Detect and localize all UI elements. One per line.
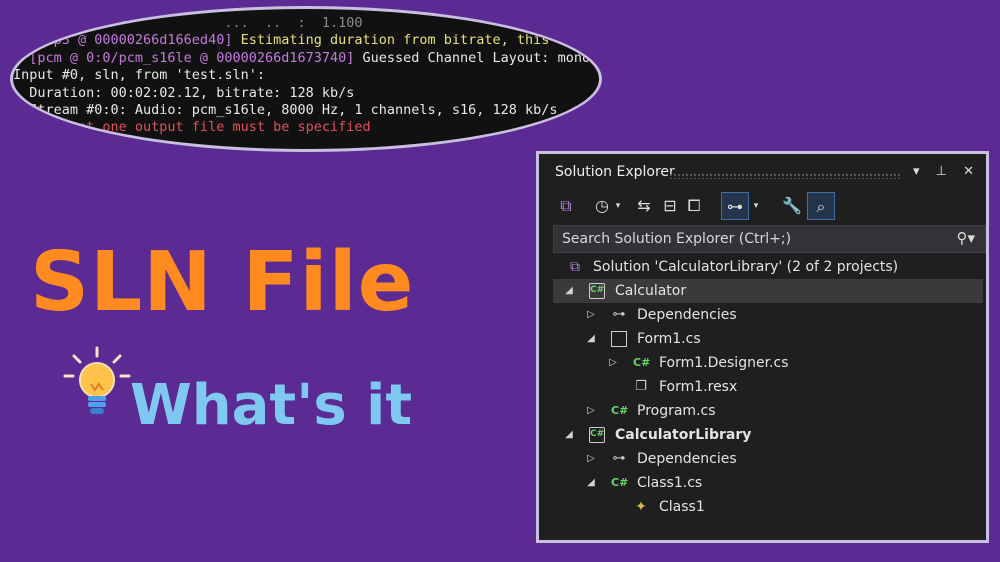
panel-title: Solution Explorer: [555, 164, 675, 180]
tree-item[interactable]: ❐ Form1.resx: [553, 375, 983, 399]
tree-item-label: Form1.Designer.cs: [659, 355, 789, 371]
view-icon[interactable]: ⊶: [721, 192, 749, 220]
collapse-icon[interactable]: ◢: [585, 327, 597, 351]
csharp-file-icon: C#: [633, 356, 651, 369]
class-icon: ✦: [635, 499, 647, 515]
preview-selected-icon[interactable]: ⌕: [807, 192, 835, 220]
terminal-line: Stream #0:0: Audio: pcm_s16le, 8000 Hz, …: [13, 102, 599, 119]
sync-icon[interactable]: ⇆: [633, 192, 655, 220]
terminal-text: Input #0, sln, from 'test.sln':: [13, 67, 265, 84]
terminal-line: Input #0, sln, from 'test.sln':: [13, 67, 599, 84]
terminal-text: [mp3 @ 00000266d166ed40]: [13, 32, 241, 49]
terminal-line: At least one output file must be specifi…: [13, 119, 599, 136]
terminal-line: ... .. : 1.100: [13, 15, 599, 32]
properties-wrench-icon[interactable]: 🔧: [781, 192, 803, 220]
page-title: SLN File: [30, 235, 415, 330]
header-grip: [669, 173, 901, 179]
solution-explorer-panel: Solution Explorer ▾ ⊥ ✕ ⧉ ◷ ▾ ⇆ ⊟ ⧠ ⊶ ▾ …: [536, 151, 989, 543]
expand-icon[interactable]: ▷: [585, 399, 597, 423]
terminal-text: Duration: 00:02:02.12, bitrate: 128 kb/s: [13, 84, 355, 101]
terminal-line: [mp3 @ 00000266d166ed40] Estimating dura…: [13, 32, 599, 49]
tree-item-label: Dependencies: [637, 451, 737, 467]
tree-item-label: Form1.cs: [637, 331, 701, 347]
search-icon[interactable]: ⚲▾: [956, 229, 975, 247]
terminal-line: [pcm @ 0:0/pcm_s16le @ 00000266d1673740]…: [13, 49, 599, 67]
expand-icon[interactable]: ▷: [585, 303, 597, 327]
search-input[interactable]: Search Solution Explorer (Ctrl+;) ⚲▾: [553, 225, 986, 253]
terminal-text: ... .. : 1.100: [13, 15, 363, 31]
csharp-file-icon: C#: [611, 404, 629, 417]
tree-item[interactable]: ◢ C# Calculator: [553, 279, 983, 303]
tree-item[interactable]: ◢ C# Class1.cs: [553, 471, 983, 495]
panel-toolbar: ⧉ ◷ ▾ ⇆ ⊟ ⧠ ⊶ ▾ 🔧 ⌕: [553, 192, 973, 220]
resx-file-icon: ❐: [635, 379, 647, 394]
form-icon: [611, 331, 627, 347]
history-dropdown-icon[interactable]: ▾: [613, 192, 623, 220]
history-icon[interactable]: ◷: [591, 192, 613, 220]
collapse-icon[interactable]: ◢: [563, 279, 575, 303]
terminal-text: Stream #0:0: Audio: pcm_s16le, 8000 Hz, …: [13, 102, 558, 119]
tree-item[interactable]: ◢ Form1.cs: [553, 327, 983, 351]
lightbulb-icon: [63, 346, 131, 414]
terminal-text: At least one output file must be specifi…: [13, 119, 371, 136]
switch-views-icon[interactable]: ⧉: [555, 192, 577, 220]
csharp-project-icon: C#: [589, 427, 605, 443]
expand-icon[interactable]: ▷: [585, 447, 597, 471]
tree-item[interactable]: ▷ C# Program.cs: [553, 399, 983, 423]
solution-node[interactable]: ⧉ Solution 'CalculatorLibrary' (2 of 2 p…: [553, 255, 983, 279]
tree-item-label: Dependencies: [637, 307, 737, 323]
tree-item-label: CalculatorLibrary: [615, 427, 752, 443]
csharp-project-icon: C#: [589, 283, 605, 299]
search-placeholder: Search Solution Explorer (Ctrl+;): [562, 231, 792, 247]
tree-item[interactable]: ✦ Class1: [553, 495, 983, 519]
tree-item[interactable]: ▷ ⊶ Dependencies: [553, 303, 983, 327]
terminal-output: ... .. : 1.100 [mp3 @ 00000266d166ed40] …: [13, 15, 599, 137]
collapse-icon[interactable]: ◢: [563, 423, 575, 447]
header-buttons[interactable]: ▾ ⊥ ✕: [913, 164, 980, 179]
tree-item-label: Class1: [659, 499, 705, 515]
terminal-window: ... .. : 1.100 [mp3 @ 00000266d166ed40] …: [10, 6, 602, 152]
page-subtitle: What's it: [130, 373, 413, 438]
tree-item-label: Calculator: [615, 283, 687, 299]
csharp-file-icon: C#: [611, 476, 629, 489]
collapse-all-icon[interactable]: ⊟: [659, 192, 681, 220]
terminal-text: [pcm @ 0:0/pcm_s16le @ 00000266d1673740]: [13, 49, 363, 66]
tree-item-label: Class1.cs: [637, 475, 703, 491]
tree-item[interactable]: ▷ C# Form1.Designer.cs: [553, 351, 983, 375]
dependencies-icon: ⊶: [612, 451, 626, 466]
terminal-text: Guessed Channel Layout: mono: [362, 49, 591, 66]
show-all-files-icon[interactable]: ⧠: [683, 192, 705, 220]
tree-item-label: Program.cs: [637, 403, 716, 419]
terminal-line: Duration: 00:02:02.12, bitrate: 128 kb/s: [13, 84, 599, 102]
panel-header: Solution Explorer ▾ ⊥ ✕: [539, 158, 986, 184]
solution-label: Solution 'CalculatorLibrary' (2 of 2 pro…: [593, 259, 899, 275]
collapse-icon[interactable]: ◢: [585, 471, 597, 495]
view-dropdown-icon[interactable]: ▾: [751, 192, 761, 220]
solution-icon: ⧉: [570, 259, 580, 275]
dependencies-icon: ⊶: [612, 307, 626, 322]
tree-item[interactable]: ◢ C# CalculatorLibrary: [553, 423, 983, 447]
tree-item-label: Form1.resx: [659, 379, 738, 395]
terminal-text: Estimating duration from bitrate, this: [240, 32, 550, 49]
tree-item[interactable]: ▷ ⊶ Dependencies: [553, 447, 983, 471]
expand-icon[interactable]: ▷: [607, 351, 619, 375]
